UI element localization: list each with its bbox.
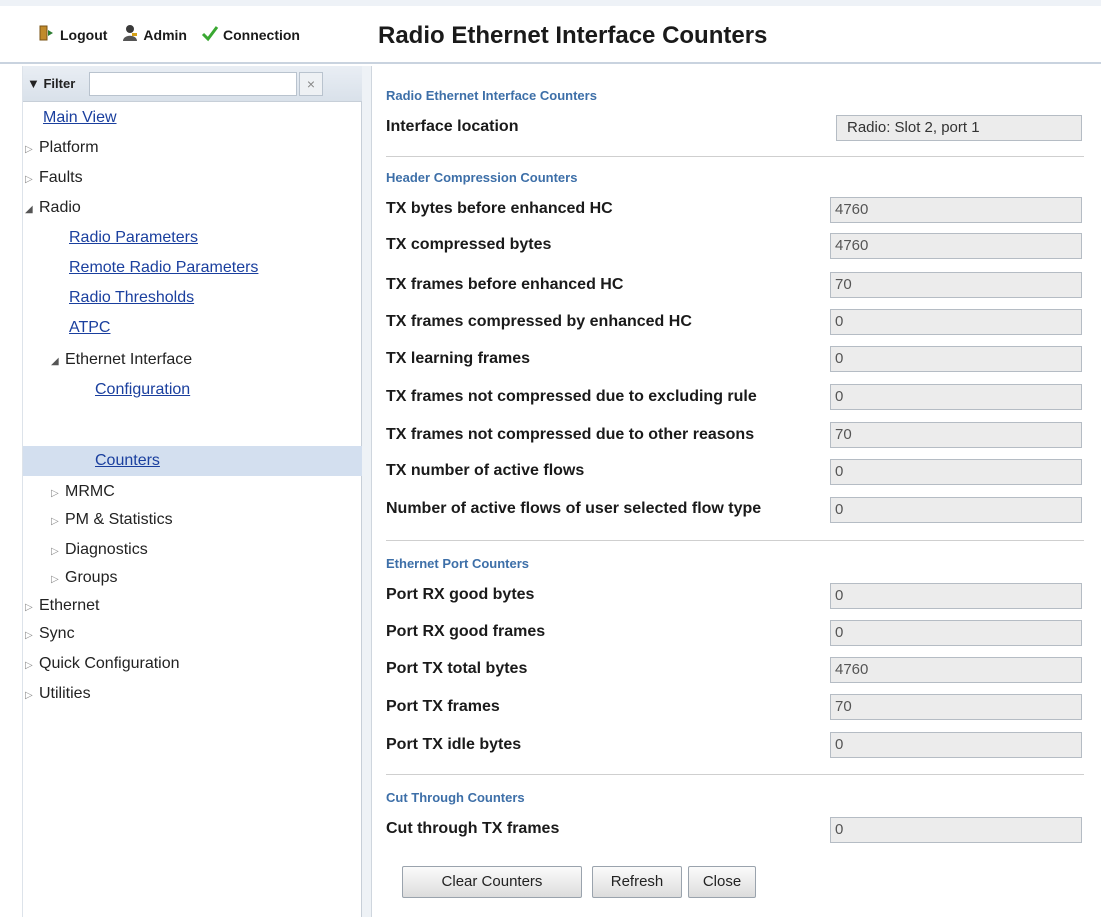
top-nav: Logout Admin Connection <box>38 24 314 45</box>
filter-label: Filter <box>43 76 76 91</box>
tx-not-compressed-excluding-label: TX frames not compressed due to excludin… <box>386 388 757 405</box>
section-title-interface-counters: Radio Ethernet Interface Counters <box>386 88 597 103</box>
active-flows-user-type-value: 0 <box>830 497 1082 523</box>
expand-arrow-icon: ▷ <box>25 144 33 155</box>
port-rx-good-frames-value: 0 <box>830 620 1082 646</box>
expand-arrow-icon: ▷ <box>25 690 33 701</box>
tree-item-atpc[interactable]: ATPC <box>69 314 110 342</box>
section-divider <box>386 774 1084 775</box>
tx-learning-frames-value: 0 <box>830 346 1082 372</box>
close-icon: × <box>306 76 316 92</box>
port-tx-idle-bytes-label: Port TX idle bytes <box>386 736 522 753</box>
tree-item-sync[interactable]: ▷ Sync <box>25 620 75 648</box>
logout-icon <box>38 24 60 45</box>
tree-item-groups[interactable]: ▷ Groups <box>51 564 117 592</box>
port-tx-total-bytes-value: 4760 <box>830 657 1082 683</box>
tree-item-counters[interactable]: Counters <box>95 447 160 475</box>
tree-item-diagnostics[interactable]: ▷ Diagnostics <box>51 536 148 564</box>
tree-item-ethernet[interactable]: ▷ Ethernet <box>25 592 99 620</box>
expand-arrow-icon: ▷ <box>25 630 33 641</box>
tx-compressed-bytes-label: TX compressed bytes <box>386 236 552 253</box>
admin-user-icon <box>121 24 143 45</box>
port-rx-good-frames-label: Port RX good frames <box>386 623 546 640</box>
clear-filter-button[interactable]: × <box>299 72 323 96</box>
checkmark-icon <box>201 24 223 45</box>
top-bar: Logout Admin Connection Radio Ethernet I… <box>0 0 1101 64</box>
admin-button[interactable]: Admin <box>121 24 187 45</box>
interface-location-value: Radio: Slot 2, port 1 <box>836 115 1082 141</box>
active-flows-user-type-label: Number of active flows of user selected … <box>386 500 762 517</box>
tree-item-pm-statistics[interactable]: ▷ PM & Statistics <box>51 506 173 534</box>
expand-arrow-icon: ▷ <box>25 660 33 671</box>
tx-frames-before-hc-value: 70 <box>830 272 1082 298</box>
selected-row-highlight <box>23 446 362 476</box>
expand-arrow-icon: ▷ <box>25 174 33 185</box>
port-tx-idle-bytes-value: 0 <box>830 732 1082 758</box>
tree-item-remote-radio-parameters[interactable]: Remote Radio Parameters <box>69 254 258 282</box>
tx-active-flows-value: 0 <box>830 459 1082 485</box>
page-title: Radio Ethernet Interface Counters <box>378 22 768 49</box>
logout-button[interactable]: Logout <box>38 24 107 45</box>
tx-frames-compressed-value: 0 <box>830 309 1082 335</box>
top-strip <box>0 0 1101 6</box>
port-tx-frames-value: 70 <box>830 694 1082 720</box>
filter-bar: ▼ Filter × <box>23 66 362 102</box>
section-divider <box>386 156 1084 157</box>
section-title-ethernet-port: Ethernet Port Counters <box>386 556 530 571</box>
expand-arrow-icon: ▷ <box>51 574 59 585</box>
tree-item-radio[interactable]: ◢ Radio <box>25 194 81 222</box>
collapse-arrow-icon: ◢ <box>51 356 59 367</box>
cut-through-tx-frames-value: 0 <box>830 817 1082 843</box>
expand-arrow-icon: ▷ <box>51 516 59 527</box>
tx-bytes-before-hc-label: TX bytes before enhanced HC <box>386 200 613 217</box>
section-title-cut-through: Cut Through Counters <box>386 790 525 805</box>
tx-active-flows-label: TX number of active flows <box>386 462 585 479</box>
expand-arrow-icon: ▷ <box>51 546 59 557</box>
admin-label: Admin <box>143 26 187 43</box>
tx-frames-compressed-label: TX frames compressed by enhanced HC <box>386 313 692 330</box>
clear-counters-button[interactable]: Clear Counters <box>402 866 582 898</box>
port-tx-total-bytes-label: Port TX total bytes <box>386 660 528 677</box>
tree-item-platform[interactable]: ▷ Platform <box>25 134 99 162</box>
section-divider <box>386 540 1084 541</box>
port-rx-good-bytes-label: Port RX good bytes <box>386 586 535 603</box>
port-rx-good-bytes-value: 0 <box>830 583 1082 609</box>
sidebar: ▼ Filter × Main View ▷ Platform ▷ Faults ◢… <box>22 66 362 917</box>
filter-input[interactable] <box>89 72 297 96</box>
tx-compressed-bytes-value: 4760 <box>830 233 1082 259</box>
tree-item-mrmc[interactable]: ▷ MRMC <box>51 478 115 506</box>
tree-item-ethernet-interface[interactable]: ◢ Ethernet Interface <box>51 346 192 374</box>
tree-item-main-view[interactable]: Main View <box>43 104 117 132</box>
expand-arrow-icon: ▷ <box>25 602 33 613</box>
section-title-header-compression: Header Compression Counters <box>386 170 578 185</box>
main-content: Radio Ethernet Interface Counters Interf… <box>374 66 1101 917</box>
connection-button[interactable]: Connection <box>201 24 300 45</box>
port-tx-frames-label: Port TX frames <box>386 698 500 715</box>
tree-item-radio-thresholds[interactable]: Radio Thresholds <box>69 284 194 312</box>
panel-splitter[interactable] <box>362 66 372 917</box>
tx-frames-before-hc-label: TX frames before enhanced HC <box>386 276 624 293</box>
tx-not-compressed-excluding-value: 0 <box>830 384 1082 410</box>
cut-through-tx-frames-label: Cut through TX frames <box>386 820 560 837</box>
logout-label: Logout <box>60 26 108 43</box>
tx-bytes-before-hc-value: 4760 <box>830 197 1082 223</box>
tree-item-quick-configuration[interactable]: ▷ Quick Configuration <box>25 650 180 678</box>
tx-learning-frames-label: TX learning frames <box>386 350 531 367</box>
collapse-arrow-icon: ◢ <box>25 204 33 215</box>
tree-item-utilities[interactable]: ▷ Utilities <box>25 680 91 708</box>
interface-location-label: Interface location <box>386 118 519 135</box>
expand-arrow-icon: ▷ <box>51 488 59 499</box>
close-button[interactable]: Close <box>688 866 756 898</box>
tree-item-configuration[interactable]: Configuration <box>95 376 190 404</box>
connection-label: Connection <box>222 26 300 43</box>
tree-item-faults[interactable]: ▷ Faults <box>25 164 83 192</box>
tree-item-radio-parameters[interactable]: Radio Parameters <box>69 224 198 252</box>
refresh-button[interactable]: Refresh <box>592 866 682 898</box>
tx-not-compressed-other-value: 70 <box>830 422 1082 448</box>
filter-toggle[interactable]: ▼ Filter <box>27 76 75 91</box>
tx-not-compressed-other-label: TX frames not compressed due to other re… <box>386 426 755 443</box>
